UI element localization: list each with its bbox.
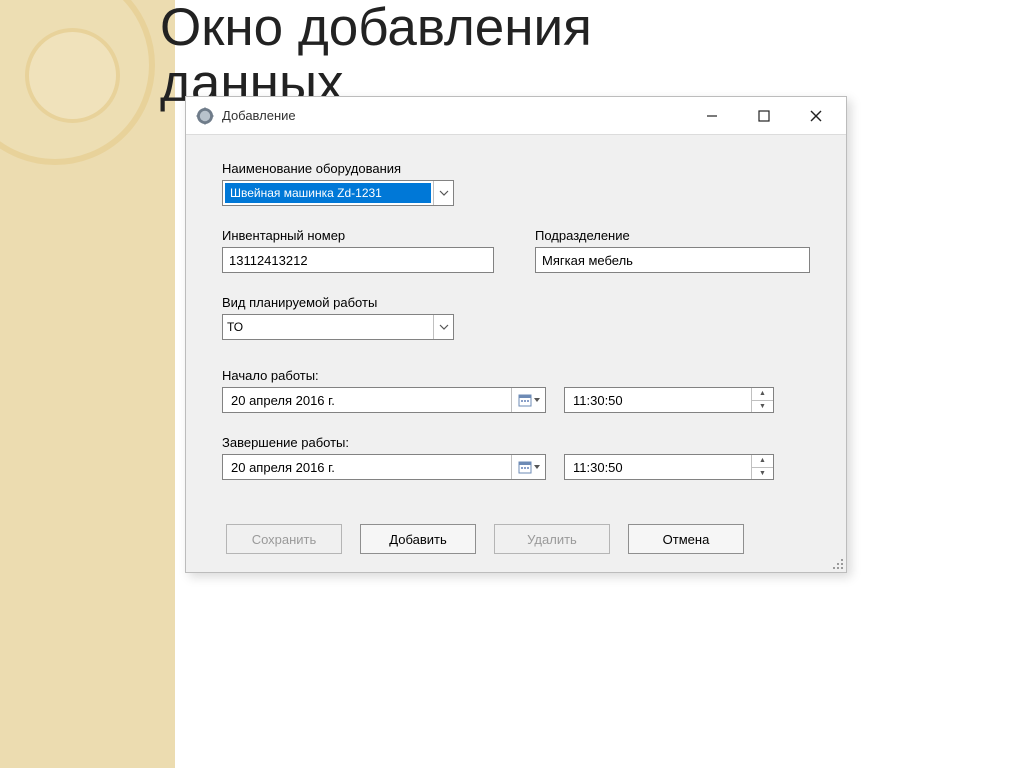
spin-up-icon[interactable]: ▲ [752,388,773,401]
worktype-label: Вид планируемой работы [222,295,810,310]
slide-title-line1: Окно добавления [160,0,592,57]
client-area: Наименование оборудования Швейная машинк… [186,135,846,572]
end-date-picker[interactable]: 20 апреля 2016 г. [222,454,546,480]
slide-title: Окно добавления данных [160,0,592,111]
end-time-value: 11:30:50 [573,460,751,475]
start-time-picker[interactable]: 11:30:50 ▲ ▼ [564,387,774,413]
worktype-group: Вид планируемой работы ТО [222,295,810,340]
time-spinner[interactable]: ▲ ▼ [751,455,773,479]
calendar-icon[interactable] [511,455,545,479]
chevron-down-icon[interactable] [433,181,453,205]
equipment-label: Наименование оборудования [222,161,810,176]
inventory-input[interactable]: 13112413212 [222,247,494,273]
minimize-button[interactable] [686,97,738,134]
add-button[interactable]: Добавить [360,524,476,554]
cancel-button[interactable]: Отмена [628,524,744,554]
spin-up-icon[interactable]: ▲ [752,455,773,468]
close-button[interactable] [790,97,842,134]
end-group: Завершение работы: 20 апреля 2016 г. 11:… [222,435,810,480]
end-label: Завершение работы: [222,435,810,450]
department-value: Мягкая мебель [542,253,633,268]
inv-dept-row: Инвентарный номер 13112413212 Подразделе… [222,228,810,273]
department-input[interactable]: Мягкая мебель [535,247,810,273]
spin-down-icon[interactable]: ▼ [752,401,773,413]
department-label: Подразделение [535,228,810,243]
start-date-picker[interactable]: 20 апреля 2016 г. [222,387,546,413]
worktype-value: ТО [223,320,433,334]
start-date-value: 20 апреля 2016 г. [231,393,511,408]
start-label: Начало работы: [222,368,810,383]
spin-down-icon[interactable]: ▼ [752,468,773,480]
chevron-down-icon[interactable] [433,315,453,339]
worktype-combo[interactable]: ТО [222,314,454,340]
app-icon [196,107,214,125]
save-button: Сохранить [226,524,342,554]
maximize-button[interactable] [738,97,790,134]
start-group: Начало работы: 20 апреля 2016 г. 11:30:5… [222,368,810,413]
button-bar: Сохранить Добавить Удалить Отмена [222,524,810,554]
add-window: Добавление Наименование оборудования Шве… [185,96,847,573]
end-date-value: 20 апреля 2016 г. [231,460,511,475]
start-time-value: 11:30:50 [573,393,751,408]
time-spinner[interactable]: ▲ ▼ [751,388,773,412]
calendar-icon[interactable] [511,388,545,412]
decorative-circle [25,28,120,123]
delete-button: Удалить [494,524,610,554]
resize-grip[interactable] [829,555,843,569]
window-title: Добавление [222,108,296,123]
inventory-value: 13112413212 [229,253,308,268]
end-time-picker[interactable]: 11:30:50 ▲ ▼ [564,454,774,480]
titlebar[interactable]: Добавление [186,97,846,135]
equipment-group: Наименование оборудования Швейная машинк… [222,161,810,206]
inventory-label: Инвентарный номер [222,228,497,243]
equipment-value: Швейная машинка Zd-1231 [225,183,431,203]
equipment-combo[interactable]: Швейная машинка Zd-1231 [222,180,454,206]
